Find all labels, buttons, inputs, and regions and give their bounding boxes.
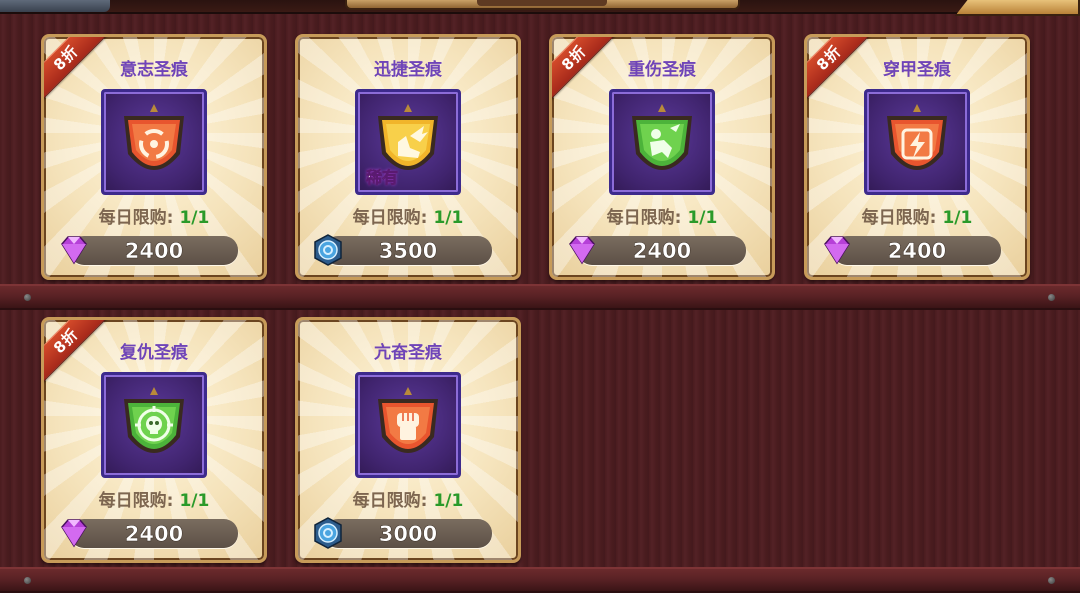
fist-icon (378, 387, 438, 453)
item-icon-frame[interactable] (101, 372, 207, 478)
buy-price-button[interactable]: 2400 (569, 236, 746, 265)
price-value: 2400 (887, 239, 947, 264)
shelf-row-2 (0, 567, 1080, 593)
discount-label: 8折 (49, 324, 83, 358)
price-value: 3500 (378, 239, 438, 264)
daily-limit: 每日限购: 1/1 (298, 486, 518, 511)
bolt (1048, 294, 1055, 301)
shop-item-card[interactable]: 意志圣痕 每日限购: 1/1 2400 8折 (41, 34, 267, 280)
bolt (24, 294, 31, 301)
daily-limit: 每日限购: 1/1 (44, 203, 264, 228)
discount-ribbon: 8折 (807, 37, 875, 105)
limit-count: 1/1 (687, 208, 718, 228)
skull-target-icon (124, 387, 184, 453)
shop-item-card[interactable]: 亢奋圣痕 每日限购: 1/1 3000 (295, 317, 521, 563)
limit-label: 每日限购: (606, 208, 682, 228)
price-value: 2400 (124, 522, 184, 547)
item-name: 亢奋圣痕 (374, 343, 442, 363)
limit-label: 每日限购: (98, 208, 174, 228)
item-icon-frame[interactable]: 稀有 (355, 89, 461, 195)
timer-plate-inner (477, 0, 607, 6)
daily-limit: 每日限购: 1/1 (807, 203, 1027, 228)
rarity-label: 稀有 (366, 168, 399, 188)
item-name: 迅捷圣痕 (374, 60, 442, 80)
daily-limit: 每日限购: 1/1 (44, 486, 264, 511)
discount-ribbon: 8折 (44, 320, 112, 388)
limit-label: 每日限购: (861, 208, 937, 228)
shop-item-card[interactable]: 穿甲圣痕 每日限购: 1/1 2400 8折 (804, 34, 1030, 280)
limit-count: 1/1 (433, 491, 464, 511)
discount-ribbon: 8折 (552, 37, 620, 105)
broken-figure-icon (632, 104, 692, 170)
limit-label: 每日限购: (352, 208, 428, 228)
discount-ribbon: 8折 (44, 37, 112, 105)
buy-price-button[interactable]: 3000 (314, 517, 492, 549)
limit-label: 每日限购: (98, 491, 174, 511)
top-left-ornament (0, 0, 110, 12)
limit-count: 1/1 (433, 208, 464, 228)
buy-price-button[interactable]: 3500 (314, 234, 492, 266)
bolt (1048, 577, 1055, 584)
buy-price-button[interactable]: 2400 (61, 519, 238, 548)
price-value: 2400 (632, 239, 692, 264)
item-icon-frame[interactable] (101, 89, 207, 195)
item-icon-frame[interactable] (609, 89, 715, 195)
top-right-ornament (955, 0, 1080, 16)
shop-item-card[interactable]: 重伤圣痕 每日限购: 1/1 2400 8折 (549, 34, 775, 280)
limit-label: 每日限购: (352, 491, 428, 511)
shop-item-card[interactable]: 迅捷圣痕 稀有 每日限购: 1/1 3500 (295, 34, 521, 280)
lightning-icon (887, 104, 947, 170)
swirl-icon (124, 104, 184, 170)
price-value: 3000 (378, 522, 438, 547)
item-icon-frame[interactable] (355, 372, 461, 478)
item-icon-frame[interactable] (864, 89, 970, 195)
daily-limit: 每日限购: 1/1 (298, 203, 518, 228)
daily-limit: 每日限购: 1/1 (552, 203, 772, 228)
bolt (24, 577, 31, 584)
limit-count: 1/1 (942, 208, 973, 228)
limit-count: 1/1 (179, 208, 210, 228)
buy-price-button[interactable]: 2400 (824, 236, 1001, 265)
shelf-row-1 (0, 284, 1080, 310)
discount-label: 8折 (557, 41, 591, 75)
buy-price-button[interactable]: 2400 (61, 236, 238, 265)
limit-count: 1/1 (179, 491, 210, 511)
discount-label: 8折 (812, 41, 846, 75)
price-value: 2400 (124, 239, 184, 264)
top-timer-plate (345, 0, 740, 10)
shop-item-card[interactable]: 复仇圣痕 每日限购: 1/1 2400 8折 (41, 317, 267, 563)
discount-label: 8折 (49, 41, 83, 75)
